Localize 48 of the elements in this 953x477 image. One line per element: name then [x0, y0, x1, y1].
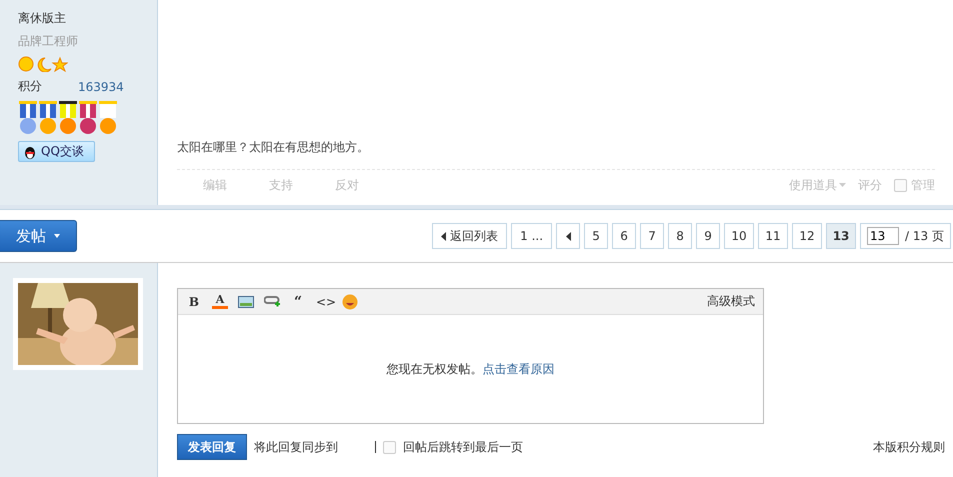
medal-icon — [38, 101, 58, 135]
page-button[interactable]: 8 — [668, 223, 692, 249]
jump-label: 回帖后跳转到最后一页 — [403, 438, 523, 456]
medal-icon — [58, 101, 78, 135]
medal-icon — [18, 101, 38, 135]
back-to-list-button[interactable]: 返回列表 — [432, 223, 508, 249]
rules-link[interactable]: 本版积分规则 — [873, 438, 945, 456]
bold-button[interactable]: B — [186, 294, 202, 308]
advanced-mode-link[interactable]: 高级模式 — [707, 293, 755, 310]
manage-label: 管理 — [911, 176, 935, 194]
penguin-icon — [23, 144, 37, 158]
first-page-button[interactable]: 1 ... — [511, 223, 552, 249]
link-icon[interactable] — [264, 294, 280, 308]
jump-checkbox[interactable] — [383, 440, 396, 454]
qq-chat-button[interactable]: QQ交谈 — [18, 141, 95, 162]
left-arrow-icon — [566, 232, 571, 240]
points-value: 163934 — [78, 80, 124, 94]
page-button[interactable]: 5 — [584, 223, 608, 249]
no-permission-notice: 您现在无权发帖。 — [386, 360, 482, 378]
page-button[interactable]: 13 — [826, 223, 856, 249]
submit-reply-button[interactable]: 发表回复 — [177, 434, 247, 460]
points-label: 积分 — [18, 78, 42, 95]
left-arrow-icon — [441, 232, 446, 240]
total-pages: / 13 页 — [905, 228, 944, 244]
view-reason-link[interactable]: 点击查看原因 — [482, 360, 554, 378]
image-icon[interactable] — [238, 296, 254, 308]
manage-checkbox[interactable] — [894, 178, 907, 192]
font-color-button[interactable]: A — [212, 294, 228, 309]
caret-icon — [54, 234, 60, 238]
page-button[interactable]: 11 — [758, 223, 788, 249]
new-post-button[interactable]: 发帖 — [0, 220, 77, 252]
sync-label: 将此回复同步到 — [254, 438, 338, 456]
caret-icon — [839, 183, 846, 187]
page-button[interactable]: 6 — [612, 223, 636, 249]
status-icons-drawing — [18, 56, 68, 72]
page-button[interactable]: 9 — [696, 223, 720, 249]
quote-button[interactable]: “ — [290, 294, 306, 310]
author-rank: 品牌工程师 — [18, 33, 79, 50]
page-button[interactable]: 7 — [640, 223, 664, 249]
page-number-field[interactable]: 13 — [867, 227, 900, 245]
page-button[interactable]: 10 — [724, 223, 754, 249]
post-text: 太阳在哪里？太阳在有思想的地方。 — [177, 139, 370, 156]
previous-page-button[interactable] — [556, 223, 580, 249]
smiley-icon[interactable] — [342, 294, 358, 310]
medal-icon — [78, 101, 98, 135]
medal-icon — [98, 101, 118, 135]
author-name[interactable]: 离休版主 — [18, 10, 157, 27]
page-button[interactable]: 12 — [792, 223, 822, 249]
